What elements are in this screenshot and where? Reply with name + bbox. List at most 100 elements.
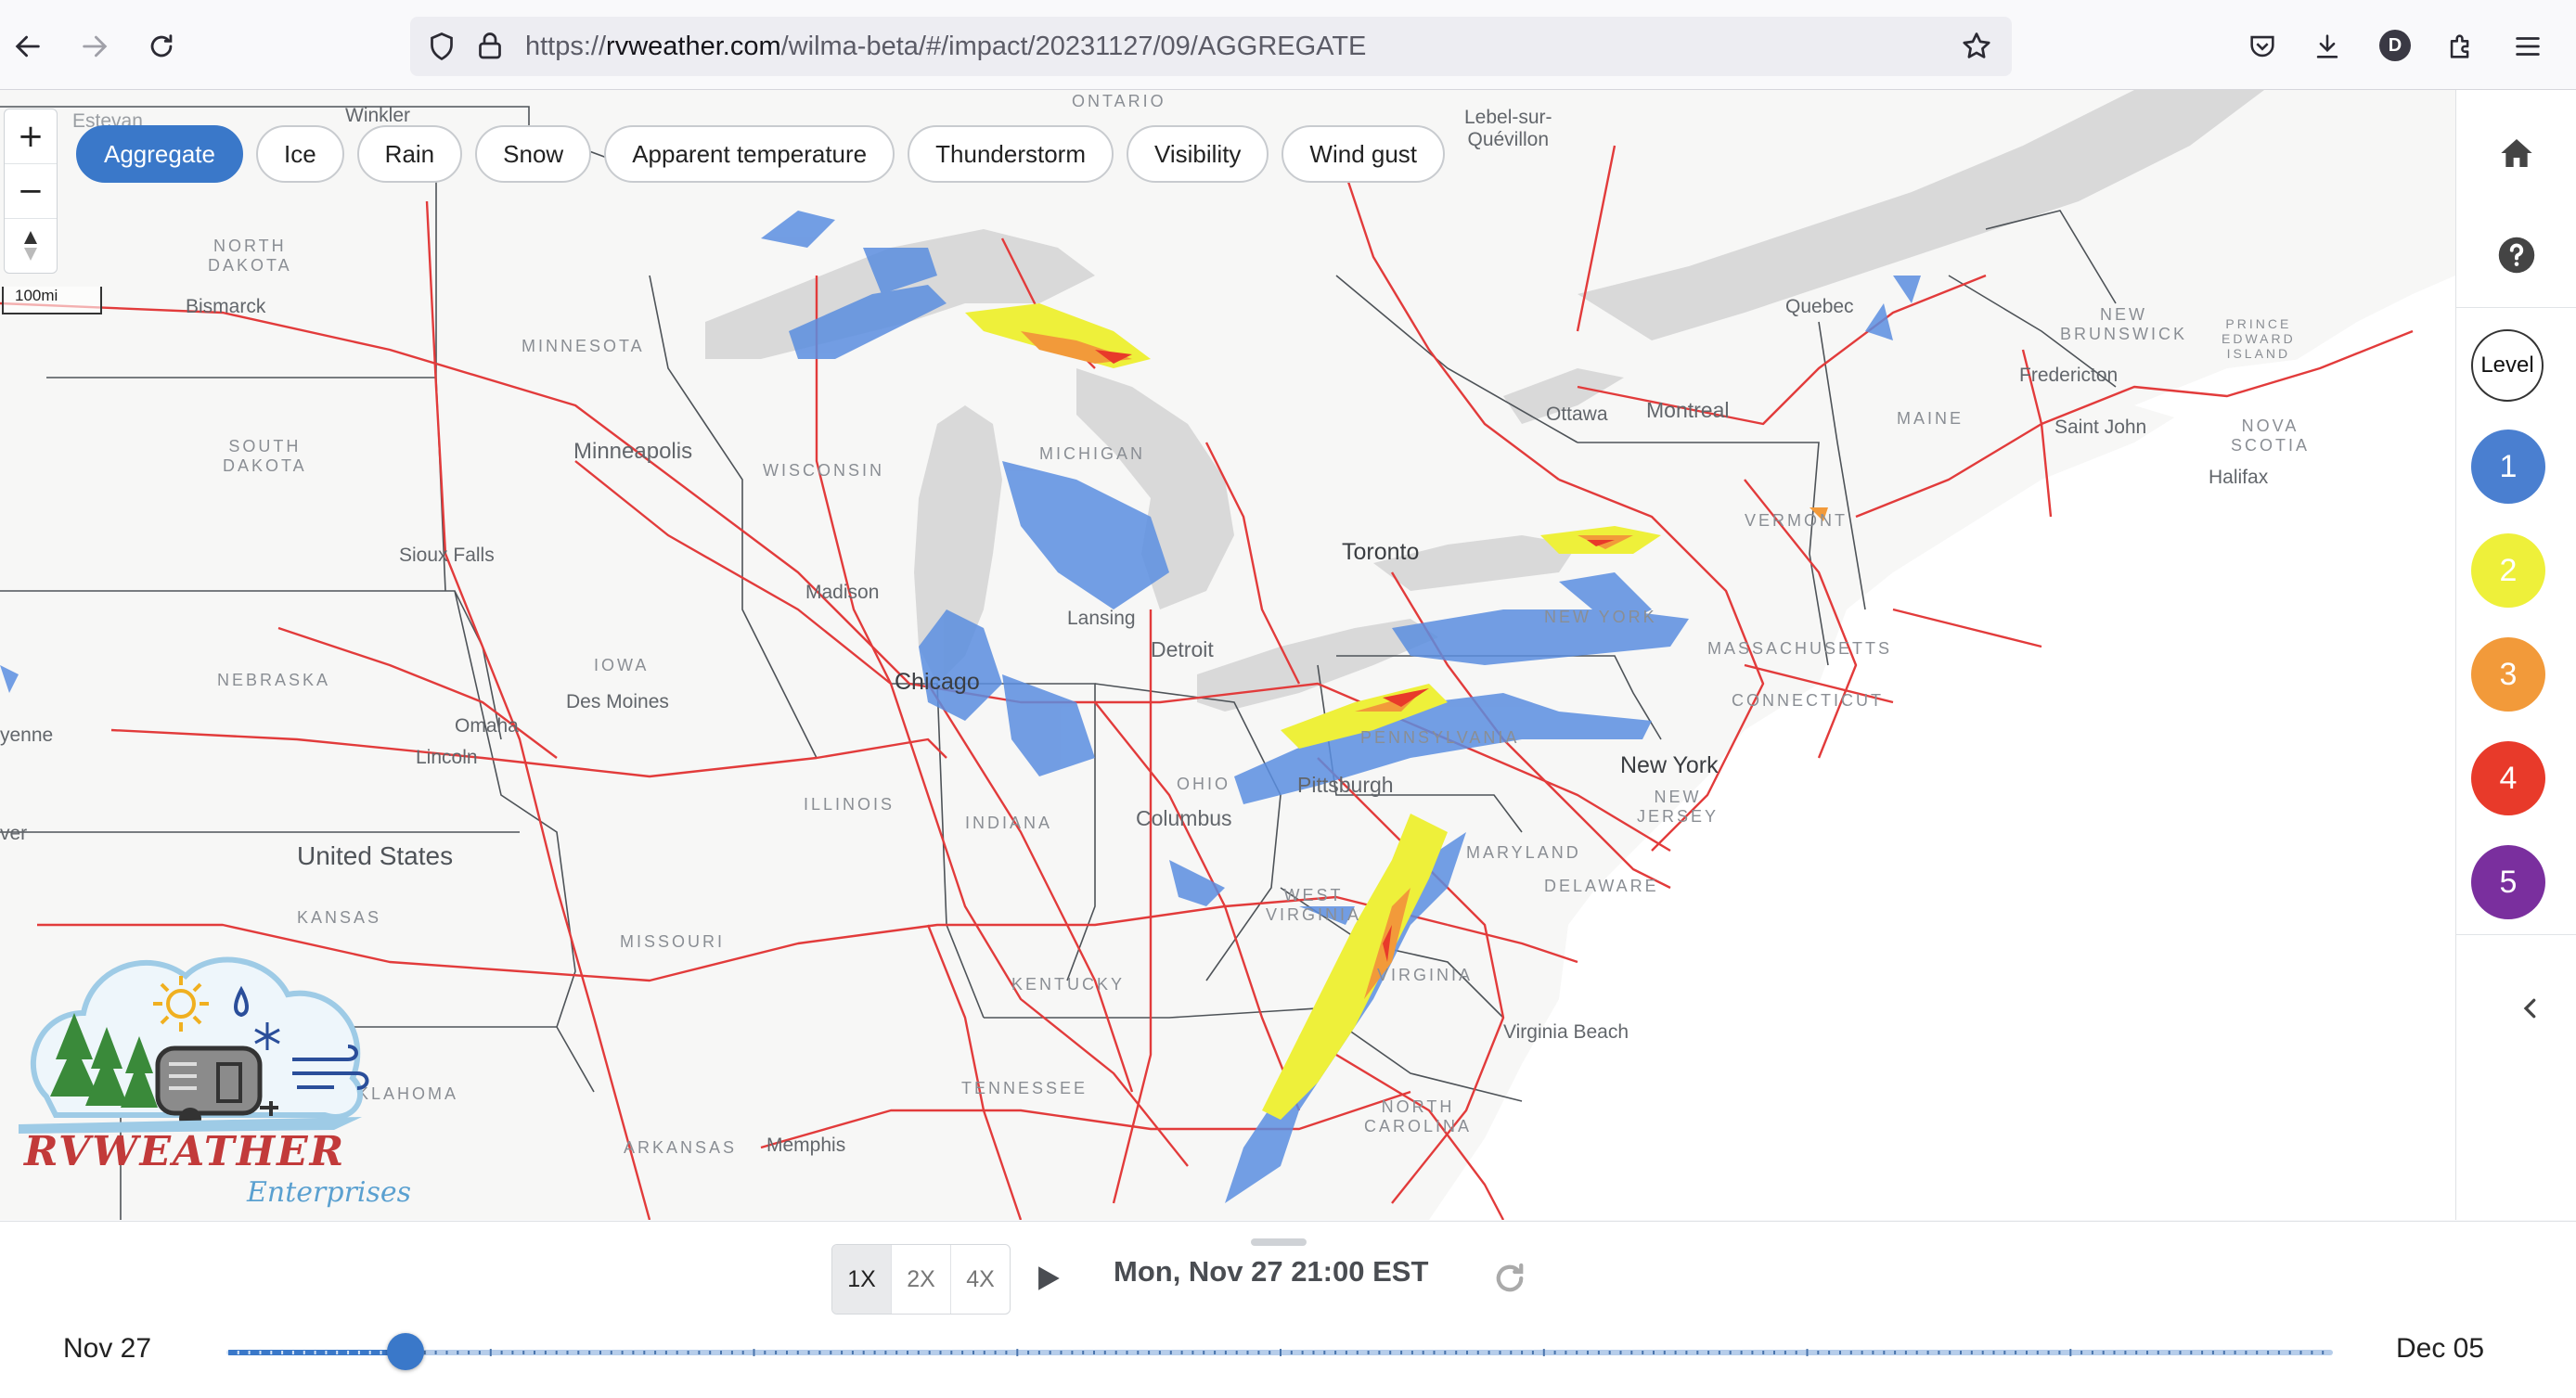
timeline-tick — [895, 1351, 898, 1354]
compass-reset-button[interactable] — [5, 219, 57, 273]
menu-button[interactable] — [2502, 20, 2554, 72]
weather-map[interactable]: ONTARIO NORTH DAKOTA SOUTH DAKOTA MINNES… — [0, 90, 2455, 1220]
timeline-tick — [1839, 1351, 1841, 1354]
level-button[interactable]: Level — [2471, 329, 2544, 402]
timeline-tick — [1565, 1351, 1567, 1354]
timeline-tick — [830, 1351, 832, 1354]
help-icon — [2498, 237, 2535, 274]
label-south-dakota: SOUTH DAKOTA — [223, 437, 307, 475]
speed-2x-button[interactable]: 2X — [892, 1245, 951, 1314]
timeline-thumb[interactable] — [386, 1333, 424, 1370]
timeline-tick — [884, 1351, 887, 1354]
chip-ice[interactable]: Ice — [255, 125, 344, 183]
reload-button[interactable] — [135, 20, 187, 72]
timeline-tick — [1653, 1351, 1655, 1354]
map-scale: 100mi — [2, 287, 102, 314]
forward-button[interactable] — [69, 20, 121, 72]
timeline-tick — [610, 1351, 612, 1354]
chip-wind-gust[interactable]: Wind gust — [1282, 125, 1446, 183]
timeline-tick — [314, 1351, 316, 1354]
help-button[interactable] — [2489, 227, 2544, 283]
chip-visibility[interactable]: Visibility — [1126, 125, 1269, 183]
label-massachusetts: MASSACHUSETTS — [1707, 639, 1893, 658]
level-3-indicator[interactable]: 3 — [2471, 637, 2545, 712]
label-des-moines: Des Moines — [566, 691, 669, 712]
url-text[interactable]: https://rvweather.com/wilma-beta/#/impac… — [525, 32, 1366, 62]
pocket-icon — [2250, 35, 2274, 58]
collapse-sidebar-button[interactable] — [2503, 981, 2558, 1036]
bookmark-star-icon[interactable] — [1960, 30, 1993, 63]
label-minnesota: MINNESOTA — [522, 337, 645, 355]
chip-aggregate[interactable]: Aggregate — [76, 125, 243, 183]
timeline-start-label: Nov 27 — [63, 1333, 152, 1364]
timeline-tick — [2267, 1351, 2270, 1354]
timeline-tick — [796, 1351, 799, 1354]
level-4-indicator[interactable]: 4 — [2471, 741, 2545, 815]
label-indiana: INDIANA — [965, 814, 1053, 832]
chip-apparent-temperature[interactable]: Apparent temperature — [604, 125, 895, 183]
chip-thunderstorm[interactable]: Thunderstorm — [908, 125, 1114, 183]
label-halifax: Halifax — [2209, 467, 2269, 488]
downloads-button[interactable] — [2301, 20, 2353, 72]
timeline-tick — [1137, 1351, 1140, 1354]
browser-toolbar: https://rvweather.com/wilma-beta/#/impac… — [0, 0, 2576, 90]
rvweather-logo: RVWEATHER Enterprises — [19, 911, 411, 1209]
label-tennessee: TENNESSEE — [961, 1079, 1088, 1097]
download-icon — [2316, 34, 2338, 58]
profile-avatar[interactable]: D — [2379, 30, 2411, 61]
label-new-jersey: NEW JERSEY — [1637, 788, 1719, 826]
timeline-tick — [1960, 1351, 1962, 1354]
zoom-out-button[interactable]: − — [5, 164, 57, 219]
zoom-in-button[interactable]: + — [5, 109, 57, 164]
refresh-icon[interactable] — [1490, 1259, 1529, 1298]
timeline-tick — [2179, 1351, 2182, 1354]
timeline-tick — [1795, 1351, 1797, 1354]
timeline-tick — [917, 1351, 920, 1354]
home-button[interactable] — [2489, 125, 2544, 181]
level-5-indicator[interactable]: 5 — [2471, 845, 2545, 919]
label-west-virginia: WEST VIRGINIA — [1266, 886, 1362, 924]
timeline-tick — [511, 1351, 514, 1354]
timeline-tick — [1224, 1351, 1227, 1354]
label-michigan: MICHIGAN — [1039, 444, 1145, 463]
shield-icon[interactable] — [425, 30, 458, 63]
timeline-tick — [303, 1351, 305, 1354]
timeline-tick — [434, 1351, 437, 1354]
timeline-tick — [2047, 1351, 2050, 1354]
label-pei: PRINCE EDWARD ISLAND — [2222, 316, 2296, 361]
panel-drag-handle[interactable] — [1251, 1238, 1307, 1246]
extensions-button[interactable] — [2435, 20, 2487, 72]
timeline-tick — [1674, 1351, 1677, 1354]
timeline-tick — [1949, 1351, 1951, 1354]
timeline-tick — [786, 1351, 788, 1354]
timeline-tick — [281, 1351, 284, 1354]
level-1-indicator[interactable]: 1 — [2471, 430, 2545, 504]
level-2-indicator[interactable]: 2 — [2471, 533, 2545, 608]
chip-rain[interactable]: Rain — [356, 125, 463, 183]
back-button[interactable] — [2, 20, 54, 72]
speed-4x-button[interactable]: 4X — [951, 1245, 1010, 1314]
pocket-button[interactable] — [2236, 20, 2288, 72]
timeline-tick — [730, 1351, 733, 1354]
play-icon[interactable] — [1032, 1263, 1063, 1294]
label-maryland: MARYLAND — [1466, 843, 1581, 862]
chip-snow[interactable]: Snow — [475, 125, 592, 183]
label-new-york-state: NEW YORK — [1544, 608, 1657, 626]
timeline-tick — [1323, 1351, 1326, 1354]
timeline-tick — [445, 1351, 448, 1354]
timeline-tick — [588, 1351, 591, 1354]
timeline-tick — [1410, 1351, 1413, 1354]
address-bar[interactable]: https://rvweather.com/wilma-beta/#/impac… — [410, 17, 2012, 76]
url-path: /wilma-beta/#/impact/20231127/09/AGGREGA… — [780, 32, 1367, 61]
hamburger-icon — [2516, 37, 2540, 56]
timeline-tick — [2201, 1351, 2204, 1354]
timeline-tick — [555, 1351, 558, 1354]
timeline-tick — [1740, 1351, 1743, 1354]
lock-icon[interactable] — [473, 30, 507, 63]
label-omaha: Omaha — [455, 715, 519, 737]
timeline-tick — [1433, 1351, 1436, 1354]
timeline-tick — [1872, 1351, 1874, 1354]
speed-1x-button[interactable]: 1X — [832, 1245, 892, 1314]
timeline-tick — [1191, 1351, 1194, 1354]
timeline-tick — [1356, 1351, 1359, 1354]
